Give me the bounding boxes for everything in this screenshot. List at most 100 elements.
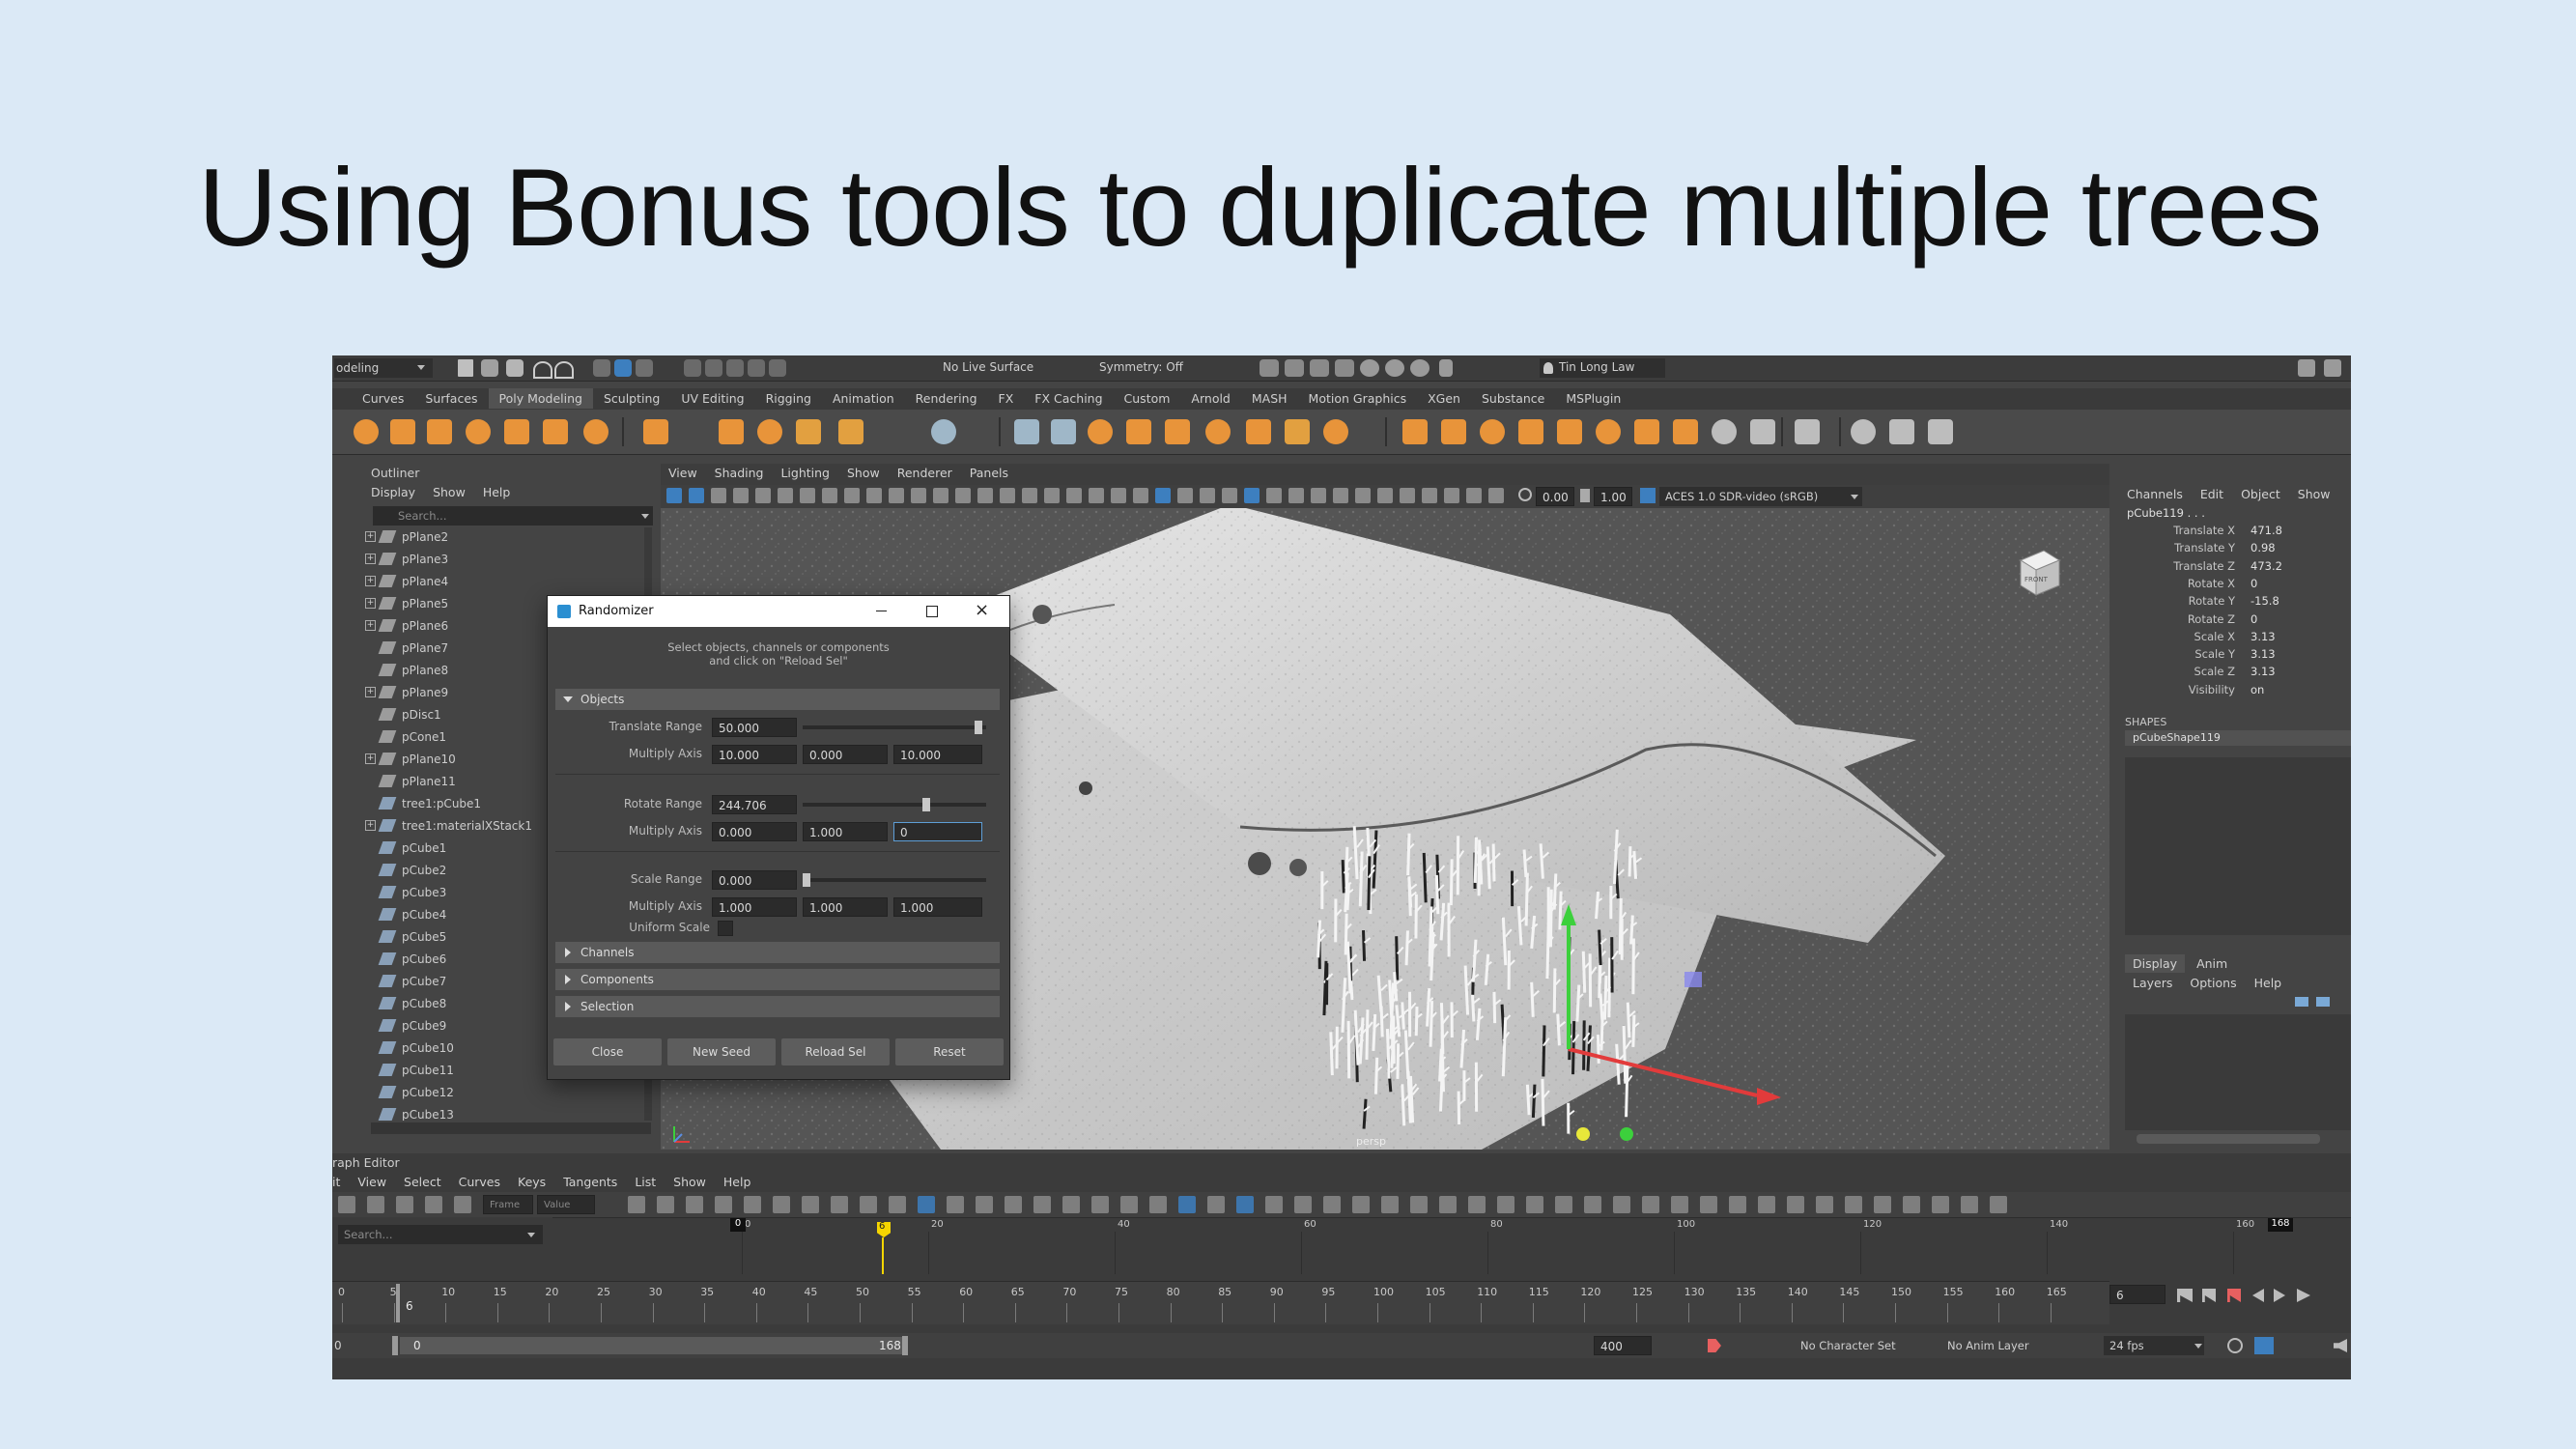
maximize-icon[interactable]	[926, 606, 938, 617]
super-shape-icon[interactable]	[719, 419, 744, 444]
viewport-tool-icon[interactable]	[1200, 488, 1215, 503]
graph-tool-icon[interactable]	[657, 1196, 674, 1213]
graph-editor-menu-item[interactable]: Tangents	[563, 1175, 617, 1189]
graph-tool-icon[interactable]	[773, 1196, 790, 1213]
target-weld-icon[interactable]	[1634, 419, 1659, 444]
cube-icon[interactable]	[390, 419, 415, 444]
translate-range-slider[interactable]	[803, 725, 986, 729]
channel-value[interactable]: on	[2250, 683, 2264, 696]
sweep-icon[interactable]	[757, 419, 782, 444]
expand-icon[interactable]: +	[365, 598, 376, 609]
graph-tool-icon[interactable]	[1033, 1196, 1051, 1213]
torus-icon[interactable]	[504, 419, 529, 444]
select-by-object-icon[interactable]	[614, 359, 632, 377]
combine-icon[interactable]	[1126, 419, 1151, 444]
scale-range-field[interactable]: 0.000	[712, 870, 797, 890]
graph-tool-icon[interactable]	[1932, 1196, 1949, 1213]
viewport-tool-icon[interactable]	[778, 488, 793, 503]
range-slider[interactable]	[400, 1337, 902, 1354]
play-backwards-icon[interactable]	[2252, 1289, 2264, 1302]
frame-field[interactable]: Frame	[483, 1195, 533, 1214]
current-frame-field[interactable]: 6	[2109, 1285, 2166, 1304]
graph-tool-icon[interactable]	[425, 1196, 442, 1213]
edge-loop-icon[interactable]	[1712, 419, 1737, 444]
viewport-tool-icon[interactable]	[1377, 488, 1393, 503]
viewport-menu-show[interactable]: Show	[847, 466, 880, 480]
graph-tool-icon[interactable]	[1265, 1196, 1283, 1213]
cache-playback-icon[interactable]	[2254, 1337, 2274, 1354]
expand-icon[interactable]: +	[365, 576, 376, 586]
graph-tool-icon[interactable]	[1120, 1196, 1138, 1213]
lattice-icon[interactable]	[1889, 419, 1914, 444]
viewport-tool-icon[interactable]	[689, 488, 704, 503]
graph-tool-icon[interactable]	[1439, 1196, 1457, 1213]
layer-tab-display[interactable]: Display	[2125, 954, 2186, 973]
graph-tool-icon[interactable]	[454, 1196, 471, 1213]
channel-value[interactable]: 471.8	[2250, 524, 2282, 537]
section-components[interactable]: Components	[555, 969, 1000, 990]
reset-button[interactable]: Reset	[895, 1038, 1004, 1065]
layer-menu-options[interactable]: Options	[2190, 976, 2236, 990]
section-channels[interactable]: Channels	[555, 942, 1000, 963]
scale-axis-z-field[interactable]: 1.000	[893, 897, 982, 917]
graph-editor-menu-item[interactable]: Select	[404, 1175, 441, 1189]
translate-axis-x-field[interactable]: 10.000	[712, 745, 797, 764]
ipr-render-icon[interactable]	[1310, 359, 1329, 377]
graph-tool-icon[interactable]	[1207, 1196, 1225, 1213]
step-back-frame-icon[interactable]	[2227, 1289, 2241, 1302]
expand-icon[interactable]: +	[365, 531, 376, 542]
render-view-icon[interactable]	[1260, 359, 1279, 377]
snap-curve-icon[interactable]	[705, 359, 722, 377]
section-selection[interactable]: Selection	[555, 996, 1000, 1017]
rotate-axis-z-field[interactable]: 0	[893, 822, 982, 841]
viewport-tool-icon[interactable]	[1222, 488, 1237, 503]
viewport-tool-icon[interactable]	[733, 488, 749, 503]
multi-cut-icon[interactable]	[1673, 419, 1698, 444]
shelf-tab[interactable]: Animation	[822, 388, 905, 409]
range-end-outer-field[interactable]: 400	[1594, 1336, 1652, 1355]
viewport-tool-icon[interactable]	[711, 488, 726, 503]
graph-area[interactable]: 0 20 40 60 80 100 120 140 160 6 0 168	[552, 1217, 2351, 1274]
graph-editor-menu-item[interactable]: Help	[723, 1175, 751, 1189]
sound-icon[interactable]	[2334, 1339, 2347, 1352]
shelf-tab[interactable]: MASH	[1241, 388, 1298, 409]
viewport-tool-icon[interactable]	[822, 488, 837, 503]
time-slider[interactable]: 0 5 10 15 20 25 30 35 40 45 50 55 60 65 70 75 80 85 90 95 10…	[332, 1281, 2109, 1324]
anim-layer-dropdown[interactable]: No Anim Layer	[1947, 1339, 2029, 1352]
translate-range-field[interactable]: 50.000	[712, 718, 797, 737]
save-scene-icon[interactable]	[506, 359, 524, 377]
viewport-tool-icon[interactable]	[1044, 488, 1060, 503]
sphere-icon[interactable]	[354, 419, 379, 444]
graph-editor-menu-item[interactable]: Keys	[518, 1175, 546, 1189]
sculpt-icon[interactable]	[1014, 419, 1039, 444]
layer-tab-anim[interactable]: Anim	[2189, 954, 2235, 973]
graph-tool-icon[interactable]	[1381, 1196, 1399, 1213]
rotate-range-slider[interactable]	[803, 803, 986, 807]
chevron-down-icon[interactable]	[527, 1233, 535, 1237]
outliner-search[interactable]: Search...	[373, 506, 653, 526]
cylinder-icon[interactable]	[427, 419, 452, 444]
viewport-tool-icon[interactable]	[1066, 488, 1082, 503]
viewport-menu-panels[interactable]: Panels	[970, 466, 1008, 480]
expand-icon[interactable]: +	[365, 753, 376, 764]
graph-tool-icon[interactable]	[1352, 1196, 1370, 1213]
snap-view-plane-icon[interactable]	[748, 359, 765, 377]
outliner-menu-show[interactable]: Show	[433, 485, 466, 499]
graph-tool-icon[interactable]	[976, 1196, 993, 1213]
shelf-tab[interactable]: FX Caching	[1024, 388, 1113, 409]
arnold-render-icon[interactable]	[1385, 359, 1404, 377]
bevel-icon[interactable]	[1402, 419, 1428, 444]
graph-tool-icon[interactable]	[1555, 1196, 1572, 1213]
graph-tool-icon[interactable]	[338, 1196, 355, 1213]
auto-key-icon[interactable]	[1708, 1339, 1721, 1352]
graph-tool-icon[interactable]	[715, 1196, 732, 1213]
graph-tool-icon[interactable]	[1294, 1196, 1312, 1213]
channel-box-menu-show[interactable]: Show	[2298, 487, 2331, 501]
quad-draw-icon[interactable]	[1051, 419, 1076, 444]
graph-tool-icon[interactable]	[1497, 1196, 1514, 1213]
undo-icon[interactable]	[533, 361, 552, 379]
graph-tool-icon[interactable]	[1903, 1196, 1920, 1213]
viewport-menu-renderer[interactable]: Renderer	[897, 466, 952, 480]
viewport-tool-icon[interactable]	[955, 488, 971, 503]
graph-tool-icon[interactable]	[1323, 1196, 1341, 1213]
